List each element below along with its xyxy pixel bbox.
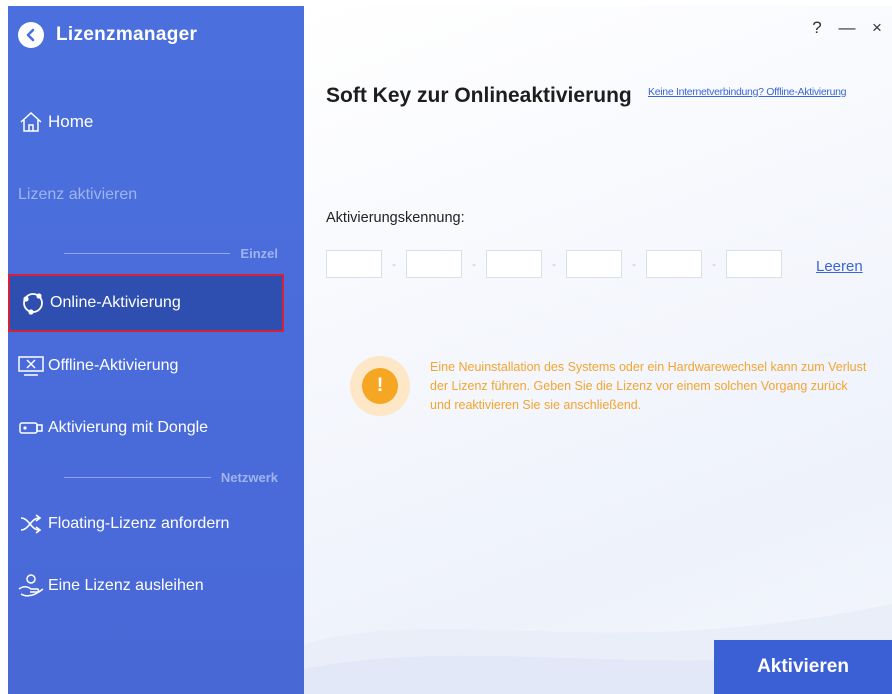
- key-field-3[interactable]: [486, 250, 542, 278]
- sidebar-item-label: Floating-Lizenz anfordern: [48, 515, 230, 532]
- sidebar-item-label: Home: [48, 112, 94, 131]
- key-field-2[interactable]: [406, 250, 462, 278]
- sidebar-item-floating-license[interactable]: Floating-Lizenz anfordern: [8, 500, 304, 548]
- warning-message: Eine Neuinstallation des Systems oder ei…: [430, 360, 867, 412]
- sidebar-item-home[interactable]: Home: [8, 98, 304, 146]
- sidebar: Lizenzmanager Home Lizenz aktivieren Ein…: [8, 6, 304, 694]
- group-label-single: Einzel: [64, 244, 278, 262]
- sidebar-item-label: Aktivierung mit Dongle: [48, 419, 209, 436]
- online-icon: [20, 290, 46, 316]
- app-title: Lizenzmanager: [56, 24, 198, 45]
- group-label-network: Netzwerk: [64, 468, 278, 486]
- key-field-6[interactable]: [726, 250, 782, 278]
- key-separator: -: [392, 257, 396, 271]
- group-label-text: Netzwerk: [220, 469, 278, 485]
- key-field-1[interactable]: [326, 250, 382, 278]
- section-title: Lizenz aktivieren: [18, 186, 138, 203]
- sidebar-item-label: Offline-Aktivierung: [48, 357, 179, 374]
- page-title: Soft Key zur Onlineaktivierung: [326, 84, 632, 107]
- close-button[interactable]: ×: [862, 18, 892, 38]
- back-icon[interactable]: [18, 22, 44, 48]
- warning-icon: !: [350, 356, 410, 416]
- activate-button[interactable]: Aktivieren: [714, 640, 892, 694]
- divider: [64, 252, 231, 254]
- clear-link[interactable]: Leeren: [816, 258, 863, 275]
- hand-user-icon: [18, 573, 44, 599]
- license-manager-window: Lizenzmanager Home Lizenz aktivieren Ein…: [8, 6, 892, 694]
- offline-activation-link[interactable]: Keine Internetverbindung? Offline-Aktivi…: [648, 86, 846, 98]
- warning-glyph: !: [362, 368, 398, 404]
- sidebar-item-dongle-activation[interactable]: Aktivierung mit Dongle: [8, 404, 304, 452]
- window-controls: ? — ×: [802, 18, 892, 38]
- sidebar-item-label: Online-Aktivierung: [50, 294, 181, 311]
- minimize-button[interactable]: —: [832, 18, 862, 38]
- sidebar-item-label: Eine Lizenz ausleihen: [48, 577, 204, 594]
- home-icon: [18, 109, 44, 135]
- key-separator: -: [472, 257, 476, 271]
- monitor-x-icon: [18, 353, 44, 379]
- sidebar-item-online-activation[interactable]: Online-Aktivierung: [8, 274, 284, 332]
- sidebar-item-borrow-license[interactable]: Eine Lizenz ausleihen: [8, 562, 304, 610]
- main-panel: ? — × Soft Key zur Onlineaktivierung Kei…: [304, 6, 892, 694]
- key-separator: -: [712, 257, 716, 271]
- app-header: Lizenzmanager: [18, 20, 197, 50]
- key-separator: -: [552, 257, 556, 271]
- key-field-5[interactable]: [646, 250, 702, 278]
- group-label-text: Einzel: [240, 245, 278, 261]
- key-separator: -: [632, 257, 636, 271]
- divider: [64, 476, 211, 478]
- dongle-icon: [18, 415, 44, 441]
- key-field-4[interactable]: [566, 250, 622, 278]
- activation-id-label: Aktivierungskennung:: [326, 210, 465, 226]
- activation-key-fields: - - - - -: [326, 250, 782, 278]
- sidebar-item-offline-activation[interactable]: Offline-Aktivierung: [8, 342, 304, 390]
- shuffle-icon: [18, 511, 44, 537]
- help-button[interactable]: ?: [802, 18, 832, 38]
